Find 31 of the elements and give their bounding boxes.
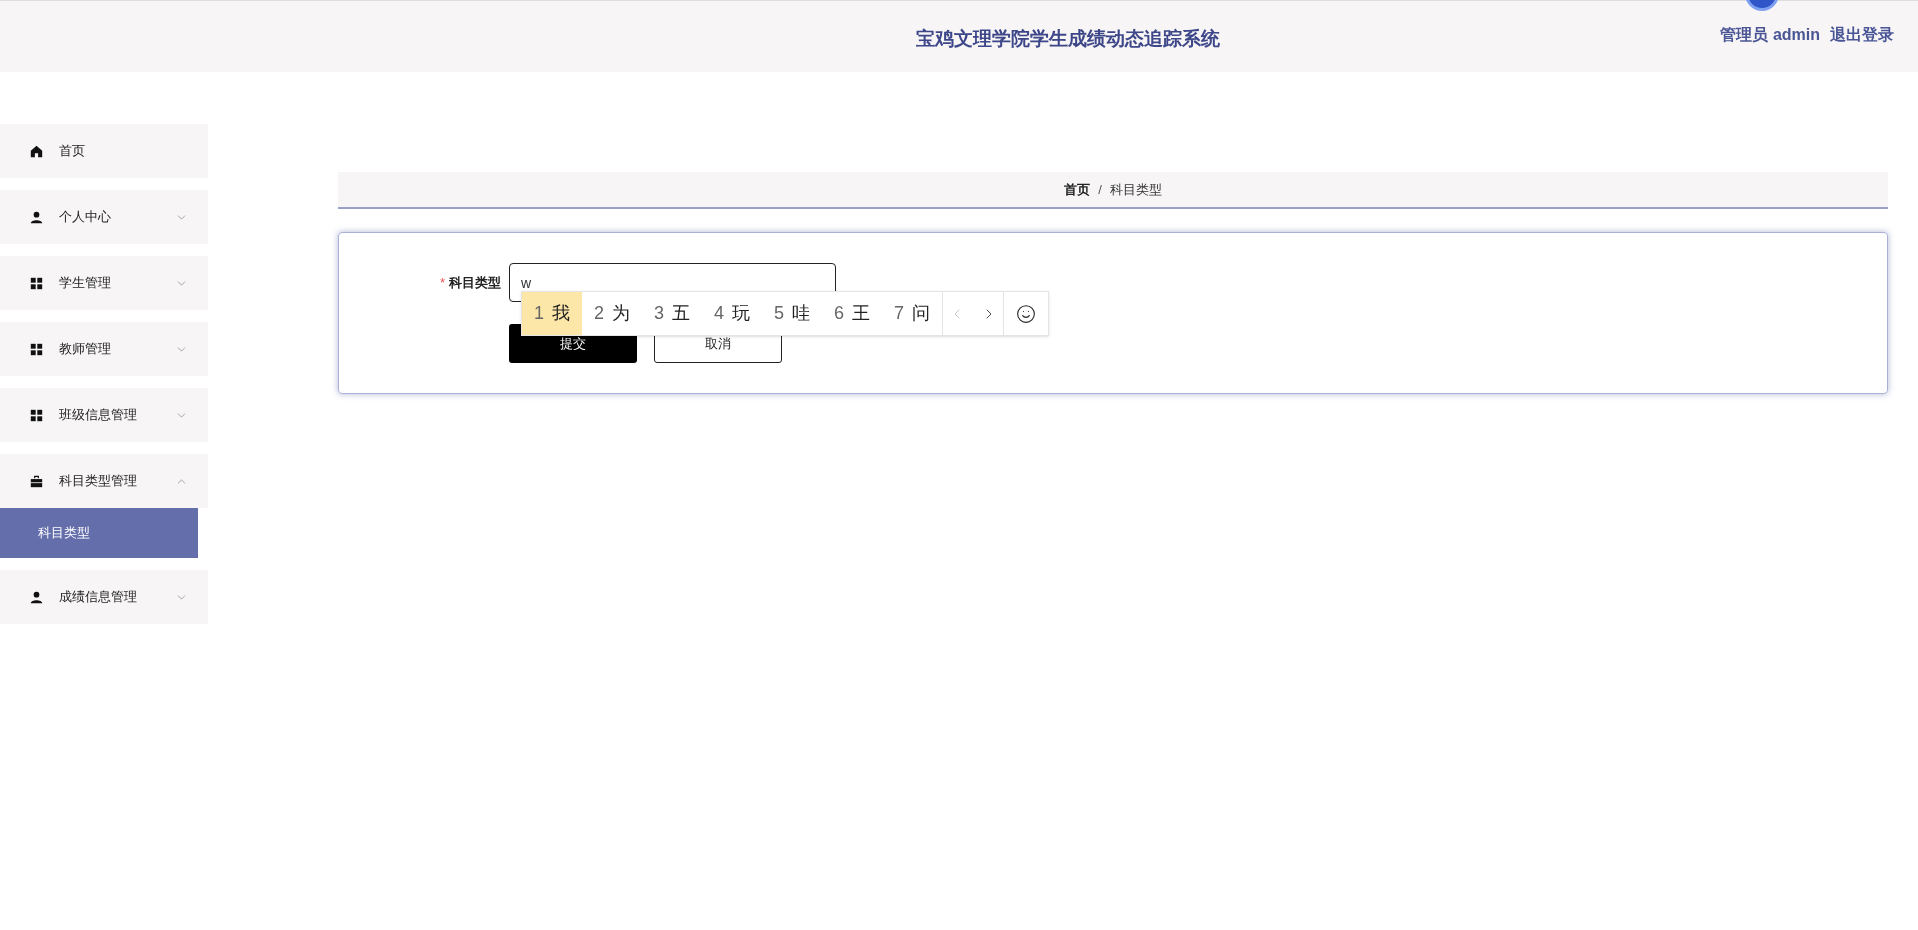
home-icon bbox=[30, 144, 43, 158]
breadcrumb-link[interactable]: 首页 bbox=[1064, 179, 1091, 200]
submenu-item[interactable]: 科目类型 bbox=[0, 508, 198, 558]
ime-candidate[interactable]: 7 问 bbox=[882, 292, 943, 335]
required-mark: * bbox=[439, 273, 445, 292]
user-icon bbox=[30, 590, 43, 604]
ime-candidate[interactable]: 6 王 bbox=[822, 292, 883, 335]
user-label: 管理员 admin bbox=[1720, 25, 1820, 45]
breadcrumb-current: 科目类型 bbox=[1109, 180, 1162, 199]
emoji-icon[interactable] bbox=[1016, 303, 1037, 324]
briefcase-icon bbox=[30, 474, 43, 488]
sidebar-item[interactable]: 教师管理 bbox=[0, 322, 208, 376]
sidebar-item[interactable]: 班级信息管理 bbox=[0, 388, 208, 442]
sidebar-item[interactable]: 首页 bbox=[0, 124, 208, 178]
sidebar-item[interactable]: 科目类型管理 bbox=[0, 454, 208, 508]
field-label: 科目类型 bbox=[449, 273, 501, 292]
logout-link[interactable]: 退出登录 bbox=[1830, 23, 1894, 47]
ime-candidate[interactable]: 2 为 bbox=[582, 292, 643, 335]
ime-candidate[interactable]: 4 玩 bbox=[702, 292, 763, 335]
sidebar-item[interactable]: 学生管理 bbox=[0, 256, 208, 310]
grid-icon bbox=[30, 408, 43, 422]
ime-candidate[interactable]: 3 五 bbox=[642, 292, 703, 335]
sidebar-item[interactable]: 个人中心 bbox=[0, 190, 208, 244]
ime-candidate[interactable]: 1 我 bbox=[522, 292, 582, 335]
sidebar-item[interactable]: 成绩信息管理 bbox=[0, 570, 208, 624]
grid-icon bbox=[30, 342, 43, 356]
user-icon bbox=[30, 210, 43, 224]
system-title: 宝鸡文理学院学生成绩动态追踪系统 bbox=[916, 27, 1220, 52]
grid-icon bbox=[30, 276, 43, 290]
ime-candidate[interactable]: 5 哇 bbox=[762, 292, 823, 335]
breadcrumb-separator: / bbox=[1098, 180, 1102, 199]
